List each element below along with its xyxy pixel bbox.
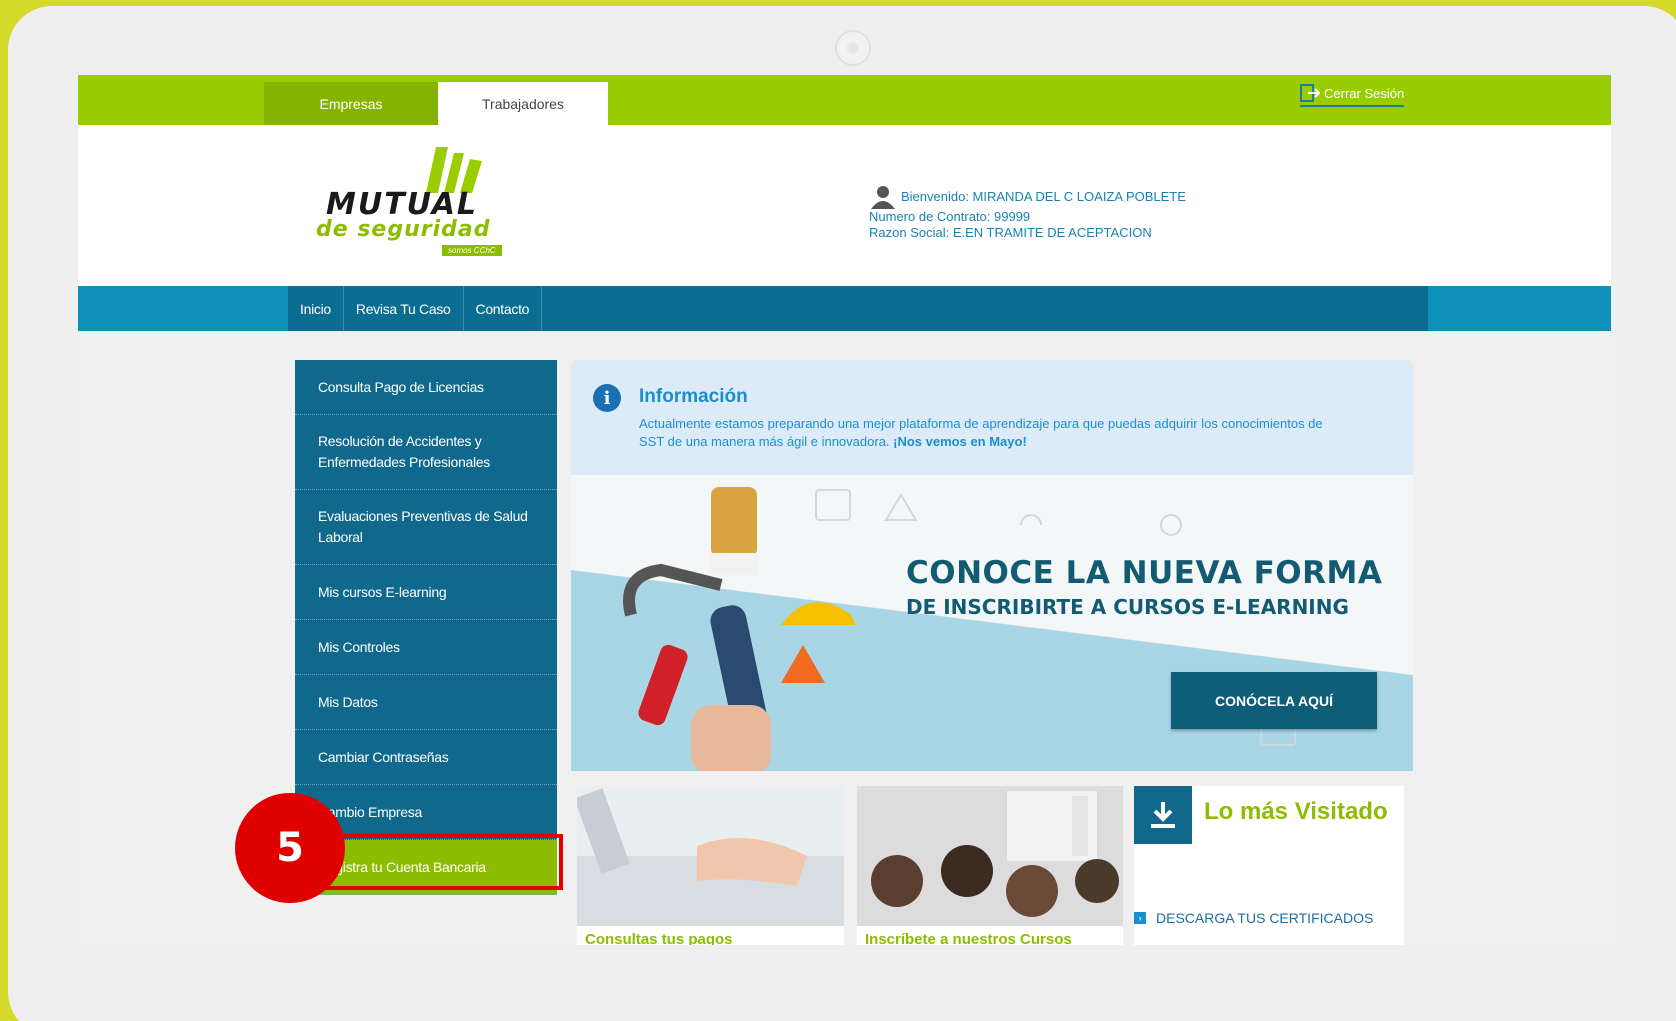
- info-title: Información: [639, 386, 748, 407]
- welcome-name: Bienvenido: MIRANDA DEL C LOAIZA POBLETE: [901, 189, 1186, 204]
- screen: Empresas Trabajadores Cerrar Sesión MUTU…: [78, 75, 1611, 945]
- elearning-banner[interactable]: CONOCE LA NUEVA FORMA DE INSCRIBIRTE A C…: [571, 475, 1413, 771]
- nav-inicio[interactable]: Inicio: [288, 286, 344, 331]
- camera-icon: [835, 30, 871, 66]
- banner-subtitle: DE INSCRIBIRTE A CURSOS E-LEARNING: [906, 595, 1349, 619]
- card-consultas-pagos[interactable]: Consultas tus pagos: [577, 786, 844, 945]
- nav-revisa-tu-caso[interactable]: Revisa Tu Caso: [344, 286, 464, 331]
- mutual-logo[interactable]: MUTUAL de seguridad somos CChC: [316, 145, 516, 257]
- sidebar-item-cursos-elearning[interactable]: Mis cursos E-learning: [295, 565, 557, 620]
- logo-tag: somos CChC: [442, 245, 502, 256]
- info-icon: i: [593, 384, 621, 412]
- banner-cta-button[interactable]: CONÓCELA AQUÍ: [1171, 672, 1377, 729]
- main-nav: Inicio Revisa Tu Caso Contacto: [78, 286, 1611, 331]
- chevron-right-icon: ›: [1134, 912, 1146, 924]
- sidebar-item-mis-controles[interactable]: Mis Controles: [295, 620, 557, 675]
- info-text: Actualmente estamos preparando una mejor…: [639, 416, 1323, 449]
- download-certificates-label: DESCARGA TUS CERTIFICADOS: [1156, 910, 1374, 926]
- download-certificates-link[interactable]: › DESCARGA TUS CERTIFICADOS: [1134, 910, 1373, 926]
- nav-contacto[interactable]: Contacto: [464, 286, 543, 331]
- classroom-photo: [857, 786, 1123, 926]
- sidebar-item-evaluaciones-preventivas[interactable]: Evaluaciones Preventivas de Salud Labora…: [295, 490, 557, 565]
- info-panel: i Información Actualmente estamos prepar…: [571, 360, 1413, 475]
- sidebar-item-resolucion-accidentes[interactable]: Resolución de Accidentes y Enfermedades …: [295, 415, 557, 490]
- sidebar-item-mis-datos[interactable]: Mis Datos: [295, 675, 557, 730]
- user-icon: [871, 186, 895, 209]
- sidebar-item-cambiar-contrasenas[interactable]: Cambiar Contraseñas: [295, 730, 557, 785]
- business-name: Razon Social: E.EN TRAMITE DE ACEPTACION: [869, 225, 1152, 240]
- card2-caption: Inscríbete a nuestros Cursos: [865, 931, 1072, 945]
- logout-link[interactable]: Cerrar Sesión: [1300, 83, 1405, 107]
- content-area: Consulta Pago de Licencias Resolución de…: [78, 331, 1611, 945]
- banner-title: CONOCE LA NUEVA FORMA: [906, 555, 1383, 591]
- card-inscribete-cursos[interactable]: Inscríbete a nuestros Cursos: [857, 786, 1123, 945]
- contract-number: Numero de Contrato: 99999: [869, 209, 1031, 224]
- most-visited-panel: Lo más Visitado › DESCARGA TUS CERTIFICA…: [1134, 786, 1404, 945]
- keyboard-photo: [577, 786, 844, 926]
- top-bar: Empresas Trabajadores Cerrar Sesión: [78, 75, 1611, 125]
- download-icon[interactable]: [1134, 786, 1192, 844]
- logout-label: Cerrar Sesión: [1324, 85, 1405, 101]
- step-badge: 5: [235, 793, 345, 903]
- sidebar-item-consulta-pago[interactable]: Consulta Pago de Licencias: [295, 360, 557, 415]
- logo-subtitle: de seguridad: [316, 217, 491, 242]
- most-visited-heading: Lo más Visitado: [1204, 798, 1388, 825]
- card1-caption: Consultas tus pagos: [585, 931, 733, 945]
- tab-empresas[interactable]: Empresas: [264, 82, 438, 125]
- tab-trabajadores[interactable]: Trabajadores: [438, 82, 608, 125]
- logout-icon: [1300, 84, 1320, 102]
- info-bold: ¡Nos vemos en Mayo!: [893, 434, 1027, 449]
- welcome-info: Bienvenido: MIRANDA DEL C LOAIZA POBLETE…: [869, 185, 1186, 241]
